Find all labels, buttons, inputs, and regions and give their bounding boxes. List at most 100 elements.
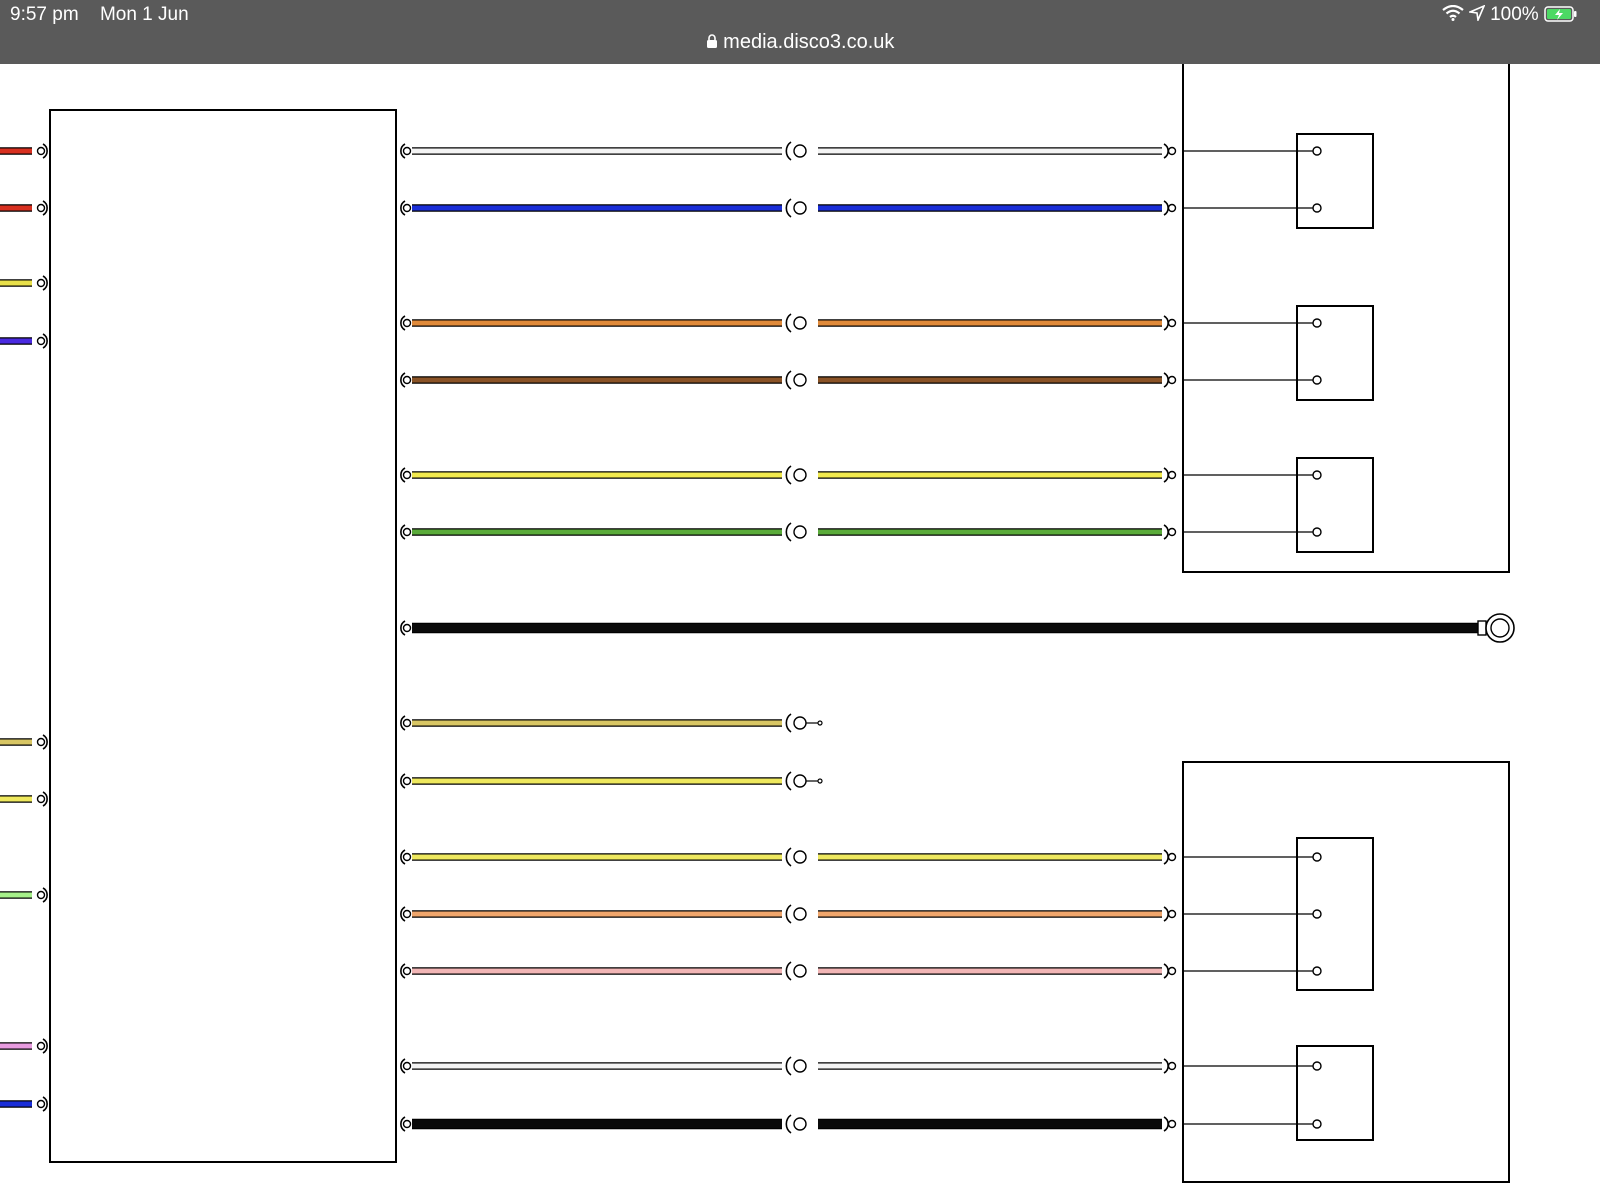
module-pin-9 — [402, 852, 412, 862]
status-date: Mon 1 Jun — [99, 4, 189, 25]
splice-13 — [793, 1117, 807, 1131]
left-pin-2 — [36, 278, 46, 288]
splice-7-arc — [785, 713, 792, 733]
splice-4 — [793, 468, 807, 482]
splice-7-end — [817, 720, 823, 726]
component-pin-3-2 — [1312, 966, 1322, 976]
end-pin-arc-2 — [1163, 315, 1169, 331]
end-pin-0 — [1167, 146, 1177, 156]
splice-5-arc — [785, 522, 792, 542]
reservoir-block-box — [1182, 761, 1510, 1183]
end-pin-arc-4 — [1163, 467, 1169, 483]
end-pin-3 — [1167, 375, 1177, 385]
component-pin-4-0 — [1312, 1061, 1322, 1071]
location-icon — [1466, 4, 1486, 23]
splice-10-arc — [785, 904, 792, 924]
left-pin-0 — [36, 146, 46, 156]
left-pin-4 — [36, 737, 46, 747]
module-pin-6 — [402, 623, 412, 633]
splice-11 — [793, 964, 807, 978]
end-pin-5 — [1167, 527, 1177, 537]
splice-8-end — [817, 778, 823, 784]
left-pin-5 — [36, 794, 46, 804]
splice-11-arc — [785, 961, 792, 981]
wifi-icon — [1441, 4, 1464, 21]
splice-5 — [793, 525, 807, 539]
module-pin-3 — [402, 375, 412, 385]
end-pin-13 — [1167, 1119, 1177, 1129]
end-pin-arc-13 — [1163, 1116, 1169, 1132]
battery-percent: 100% — [1490, 4, 1539, 25]
end-pin-10 — [1167, 909, 1177, 919]
splice-8 — [793, 774, 807, 788]
component-box-0 — [1296, 133, 1374, 229]
left-pin-6 — [36, 890, 46, 900]
battery-charging-icon — [1544, 6, 1577, 22]
status-time: 9:57 pm — [10, 4, 79, 25]
status-bar: 9:57 pm Mon 1 Jun 100% media.disco3.co.u… — [0, 0, 1600, 64]
component-pin-1-0 — [1312, 318, 1322, 328]
end-pin-12 — [1167, 1061, 1177, 1071]
end-pin-arc-10 — [1163, 906, 1169, 922]
end-pin-arc-5 — [1163, 524, 1169, 540]
component-pin-3-1 — [1312, 909, 1322, 919]
end-pin-1 — [1167, 203, 1177, 213]
splice-12-arc — [785, 1056, 792, 1076]
component-pin-3-0 — [1312, 852, 1322, 862]
component-pin-2-0 — [1312, 470, 1322, 480]
end-pin-arc-0 — [1163, 143, 1169, 159]
ground-terminal-body — [1477, 620, 1487, 636]
end-pin-arc-11 — [1163, 963, 1169, 979]
module-pin-12 — [402, 1061, 412, 1071]
component-pin-2-1 — [1312, 527, 1322, 537]
module-pin-11 — [402, 966, 412, 976]
module-pin-8 — [402, 776, 412, 786]
end-pin-arc-9 — [1163, 849, 1169, 865]
module-pin-2 — [402, 318, 412, 328]
url-bar[interactable]: media.disco3.co.uk — [0, 31, 1600, 54]
end-pin-9 — [1167, 852, 1177, 862]
component-pin-4-1 — [1312, 1119, 1322, 1129]
end-pin-11 — [1167, 966, 1177, 976]
splice-9 — [793, 850, 807, 864]
module-pin-1 — [402, 203, 412, 213]
splice-1 — [793, 201, 807, 215]
splice-0-arc — [785, 141, 792, 161]
component-box-2 — [1296, 457, 1374, 553]
module-pin-4 — [402, 470, 412, 480]
splice-2 — [793, 316, 807, 330]
component-pin-0-0 — [1312, 146, 1322, 156]
end-pin-4 — [1167, 470, 1177, 480]
splice-8-arc — [785, 771, 792, 791]
module-pin-10 — [402, 909, 412, 919]
wiring-diagram — [0, 64, 1515, 1183]
end-pin-arc-3 — [1163, 372, 1169, 388]
left-pin-3 — [36, 336, 46, 346]
splice-9-arc — [785, 847, 792, 867]
control-module-box — [49, 109, 397, 1163]
module-pin-5 — [402, 527, 412, 537]
left-pin-8 — [36, 1099, 46, 1109]
splice-7 — [793, 716, 807, 730]
lock-icon — [706, 34, 717, 48]
splice-10 — [793, 907, 807, 921]
ground-terminal-inner — [1490, 618, 1510, 638]
module-pin-13 — [402, 1119, 412, 1129]
module-pin-7 — [402, 718, 412, 728]
end-pin-arc-1 — [1163, 200, 1169, 216]
component-pin-1-1 — [1312, 375, 1322, 385]
left-pin-1 — [36, 203, 46, 213]
url-text: media.disco3.co.uk — [723, 31, 895, 53]
component-box-4 — [1296, 1045, 1374, 1141]
splice-2-arc — [785, 313, 792, 333]
splice-3-arc — [785, 370, 792, 390]
component-box-1 — [1296, 305, 1374, 401]
splice-4-arc — [785, 465, 792, 485]
splice-3 — [793, 373, 807, 387]
end-pin-2 — [1167, 318, 1177, 328]
component-pin-0-1 — [1312, 203, 1322, 213]
splice-0 — [793, 144, 807, 158]
splice-1-arc — [785, 198, 792, 218]
sensor-block-box — [1182, 64, 1510, 573]
splice-13-arc — [785, 1114, 792, 1134]
